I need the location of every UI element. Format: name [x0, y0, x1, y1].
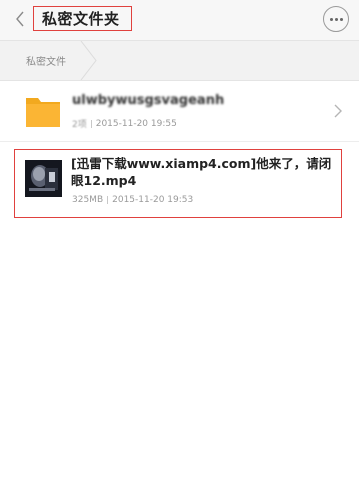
- list-item-video[interactable]: [迅雷下载www.xiamp4.com]他来了，请闭眼12.mp4 325MB …: [14, 149, 342, 218]
- list-item-folder[interactable]: ulwbywusgsvageanh 2项 2015-11-20 19:55: [0, 81, 359, 141]
- folder-name: ulwbywusgsvageanh: [72, 93, 225, 108]
- breadcrumb-separator-icon: [80, 41, 97, 80]
- file-manager-screen: 私密文件夹 私密文件 ulwbywusgsvageanh 2项 2015-11-…: [0, 0, 359, 499]
- more-dots-icon: [329, 17, 333, 21]
- chevron-left-icon: [16, 11, 24, 27]
- video-meta: 325MB 2015-11-20 19:53: [72, 195, 193, 205]
- video-file-name: [迅雷下载www.xiamp4.com]他来了，请闭眼12.mp4: [71, 156, 332, 188]
- divider: [0, 141, 359, 142]
- meta-divider: [107, 196, 109, 204]
- page-title: 私密文件夹: [33, 6, 132, 31]
- more-options-button[interactable]: [323, 6, 349, 32]
- folder-item-count: 2项: [72, 120, 87, 130]
- breadcrumb-label: 私密文件: [26, 57, 66, 68]
- folder-date: 2015-11-20 19:55: [95, 118, 177, 129]
- meta-divider: [90, 119, 92, 128]
- chevron-right-icon: [334, 104, 342, 118]
- video-size: 325MB: [72, 195, 104, 205]
- video-thumbnail-image: [25, 160, 62, 197]
- file-list: ulwbywusgsvageanh 2项 2015-11-20 19:55 [迅…: [0, 81, 359, 499]
- folder-meta: 2项 2015-11-20 19:55: [72, 117, 177, 131]
- video-date: 2015-11-20 19:53: [112, 195, 194, 205]
- page-title-text: 私密文件夹: [42, 10, 120, 28]
- top-bar: 私密文件夹: [0, 0, 359, 40]
- video-thumbnail: [25, 160, 62, 197]
- back-button[interactable]: [10, 6, 30, 32]
- folder-icon: [26, 98, 60, 127]
- breadcrumb: 私密文件: [0, 40, 359, 81]
